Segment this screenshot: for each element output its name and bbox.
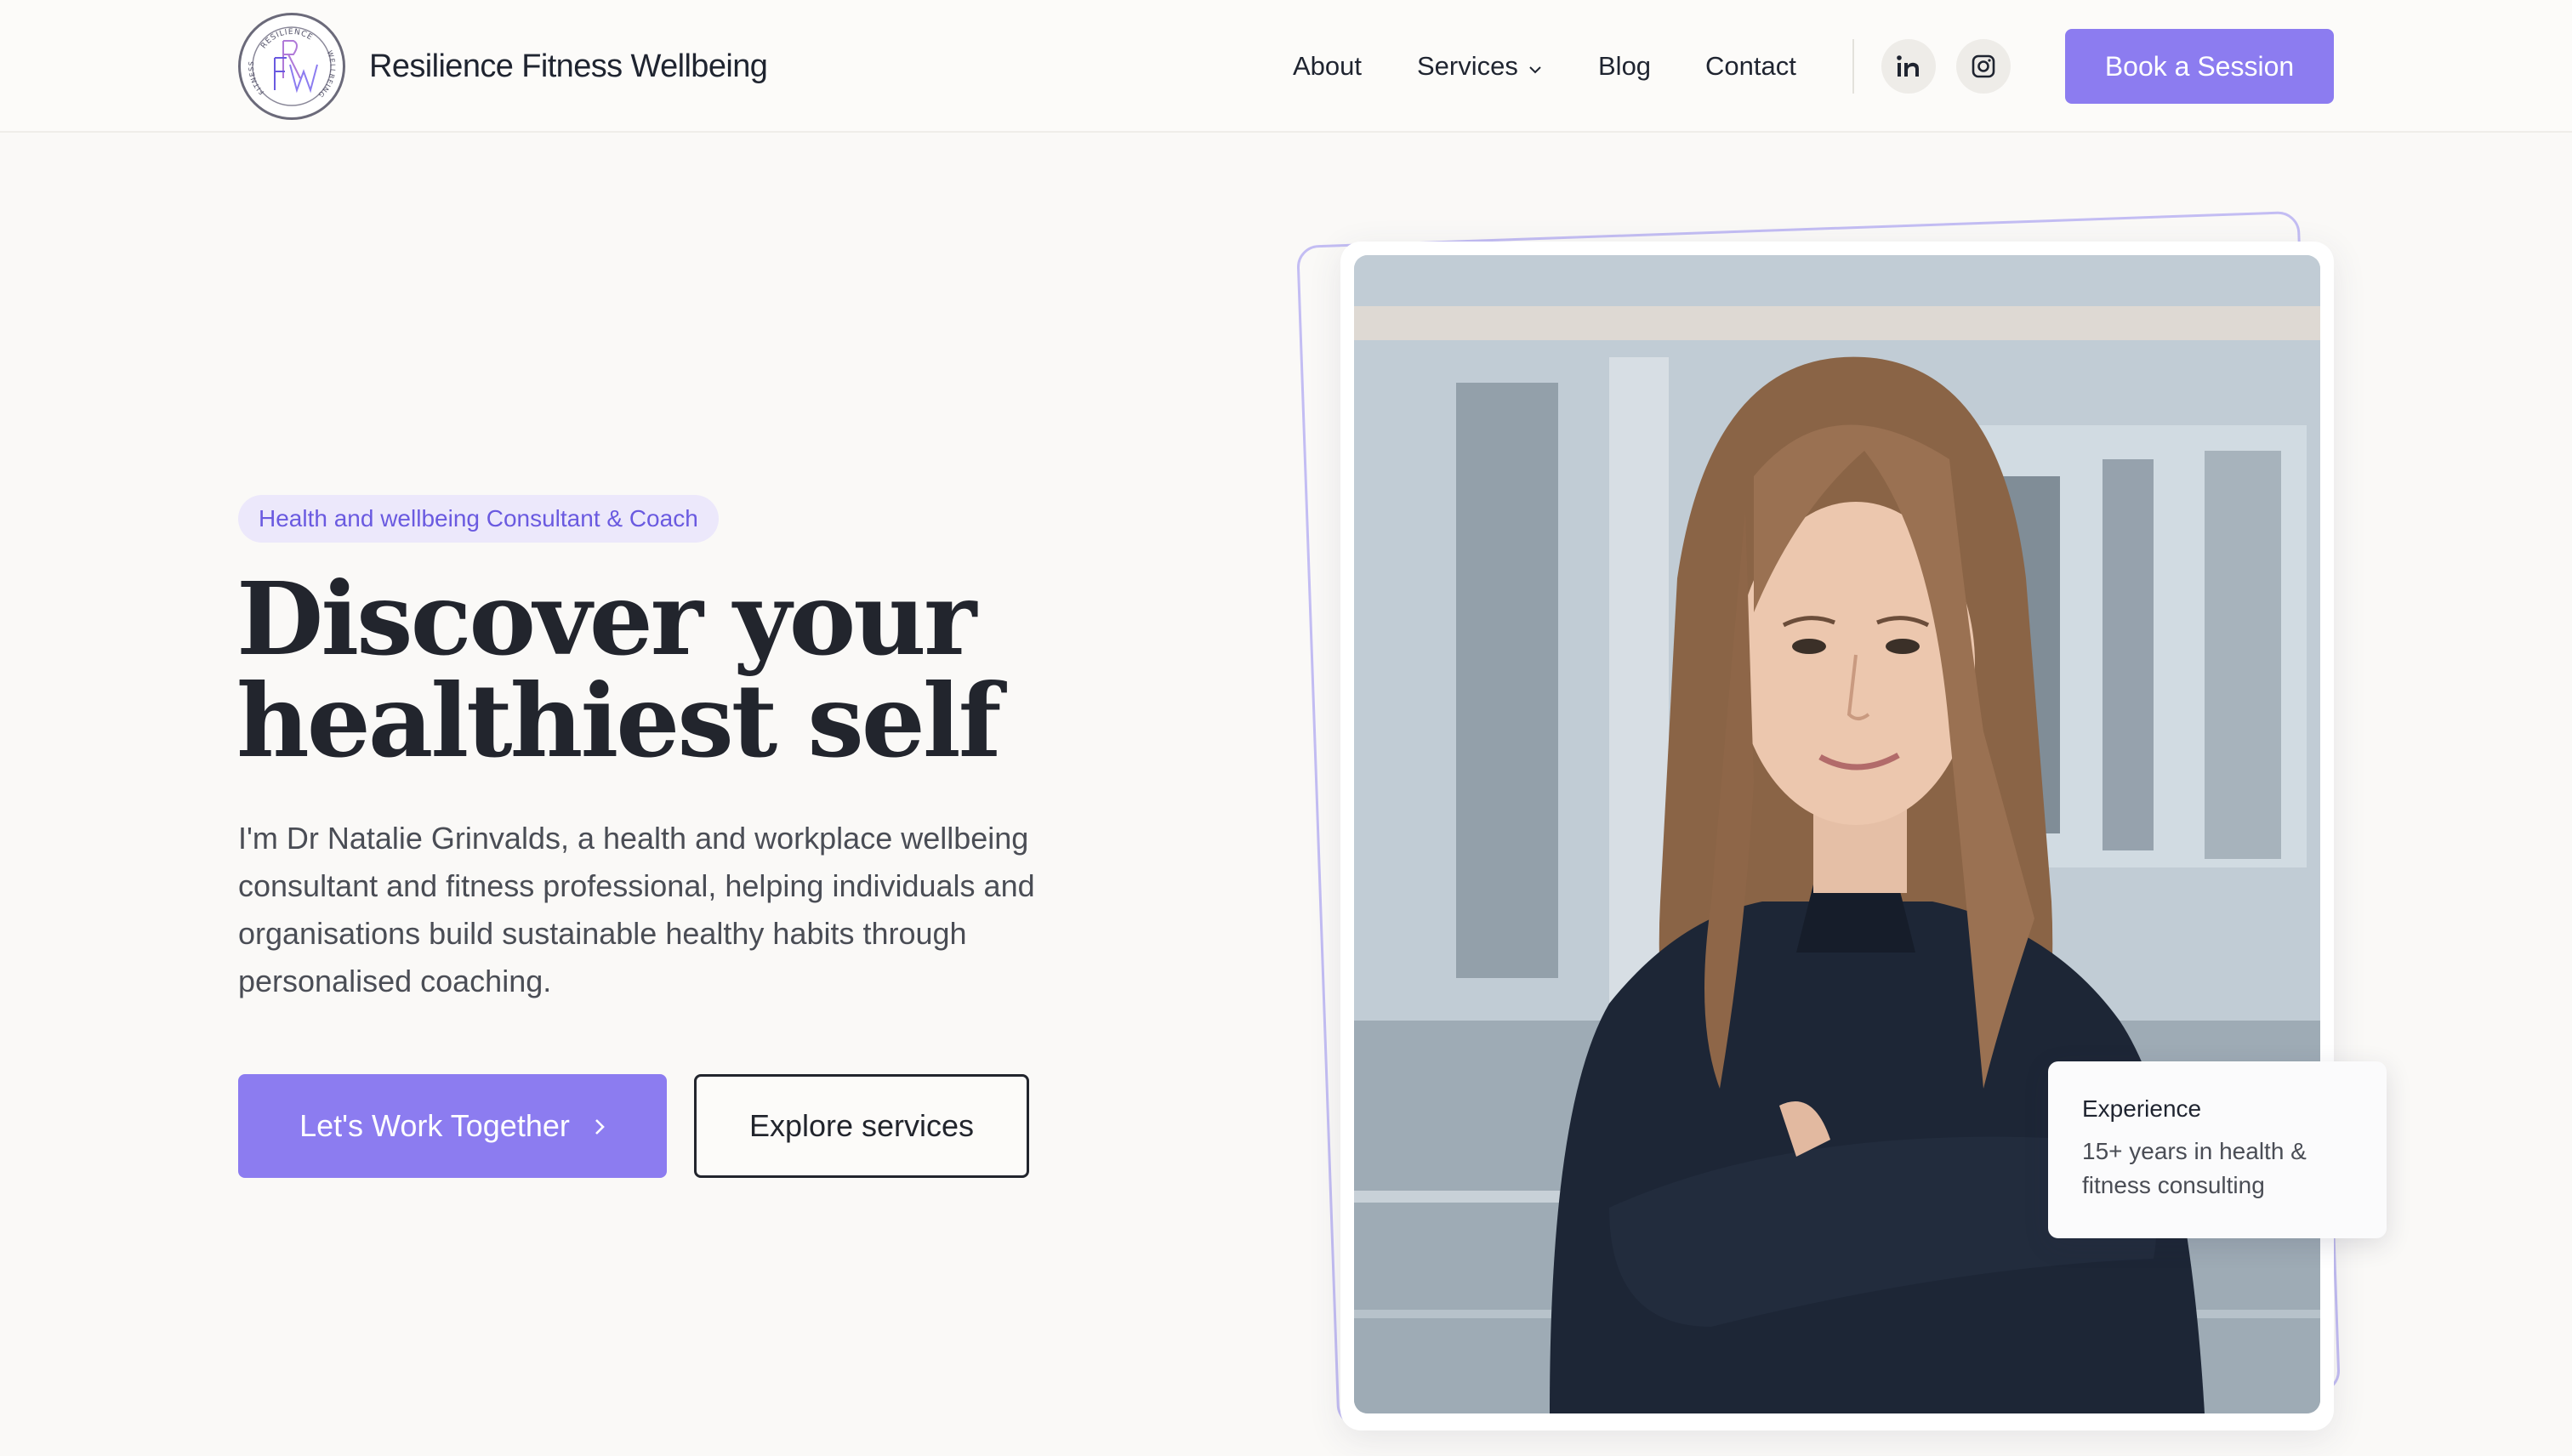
nav-about[interactable]: About — [1293, 34, 1362, 99]
logo-ring-top: RESILIENCE — [259, 28, 313, 50]
nav-contact-label: Contact — [1705, 51, 1796, 81]
nav-services[interactable]: Services — [1417, 34, 1542, 99]
hero-title: Discover your healthiest self — [236, 568, 1172, 772]
work-together-label: Let's Work Together — [299, 1108, 570, 1143]
work-together-button[interactable]: Let's Work Together — [238, 1074, 667, 1178]
nav-blog-label: Blog — [1598, 51, 1652, 81]
linkedin-button[interactable] — [1881, 39, 1936, 94]
experience-text: 15+ years in health & fitness consulting — [2082, 1138, 2307, 1198]
svg-text:RESILIENCE: RESILIENCE — [259, 28, 314, 50]
logo-ring-right: WELLBEING — [316, 49, 336, 99]
role-badge: Health and wellbeing Consultant & Coach — [238, 495, 719, 543]
brand-name[interactable]: Resilience Fitness Wellbeing — [369, 48, 768, 85]
portrait-photo — [1354, 255, 2320, 1413]
logo-ring-left: FITNESS — [248, 60, 265, 96]
chevron-right-icon — [594, 1108, 606, 1144]
logo-monogram-icon: RESILIENCE FITNESS WELLBEING — [248, 26, 337, 106]
nav-services-label: Services — [1417, 51, 1518, 81]
brand[interactable]: RESILIENCE FITNESS WELLBEING Resilience … — [238, 12, 768, 121]
experience-card: Experience 15+ years in health & fitness… — [2048, 1061, 2387, 1238]
nav-blog[interactable]: Blog — [1598, 34, 1651, 99]
book-session-button[interactable]: Book a Session — [2065, 29, 2334, 104]
brand-logo[interactable]: RESILIENCE FITNESS WELLBEING — [238, 13, 345, 120]
linkedin-icon — [1897, 55, 1919, 77]
svg-text:WELLBEING: WELLBEING — [316, 49, 337, 99]
chevron-down-icon — [1528, 51, 1542, 82]
nav-about-label: About — [1293, 51, 1363, 81]
instagram-button[interactable] — [1956, 39, 2011, 94]
hero-description: I'm Dr Natalie Grinvalds, a health and w… — [238, 821, 1035, 998]
portrait-card — [1340, 242, 2334, 1430]
hero-title-line-2: healthiest self — [236, 662, 1001, 780]
svg-text:FITNESS: FITNESS — [248, 60, 265, 96]
portrait-illustration — [1354, 255, 2320, 1413]
nav-contact[interactable]: Contact — [1705, 34, 1796, 99]
instagram-icon — [1972, 54, 1995, 78]
explore-services-button[interactable]: Explore services — [694, 1074, 1029, 1178]
experience-title: Experience — [2082, 1095, 2202, 1122]
site-header: RESILIENCE FITNESS WELLBEING Resilience … — [0, 0, 2572, 133]
hero-title-line-1: Discover your — [236, 560, 976, 678]
nav-divider — [1852, 39, 1854, 94]
